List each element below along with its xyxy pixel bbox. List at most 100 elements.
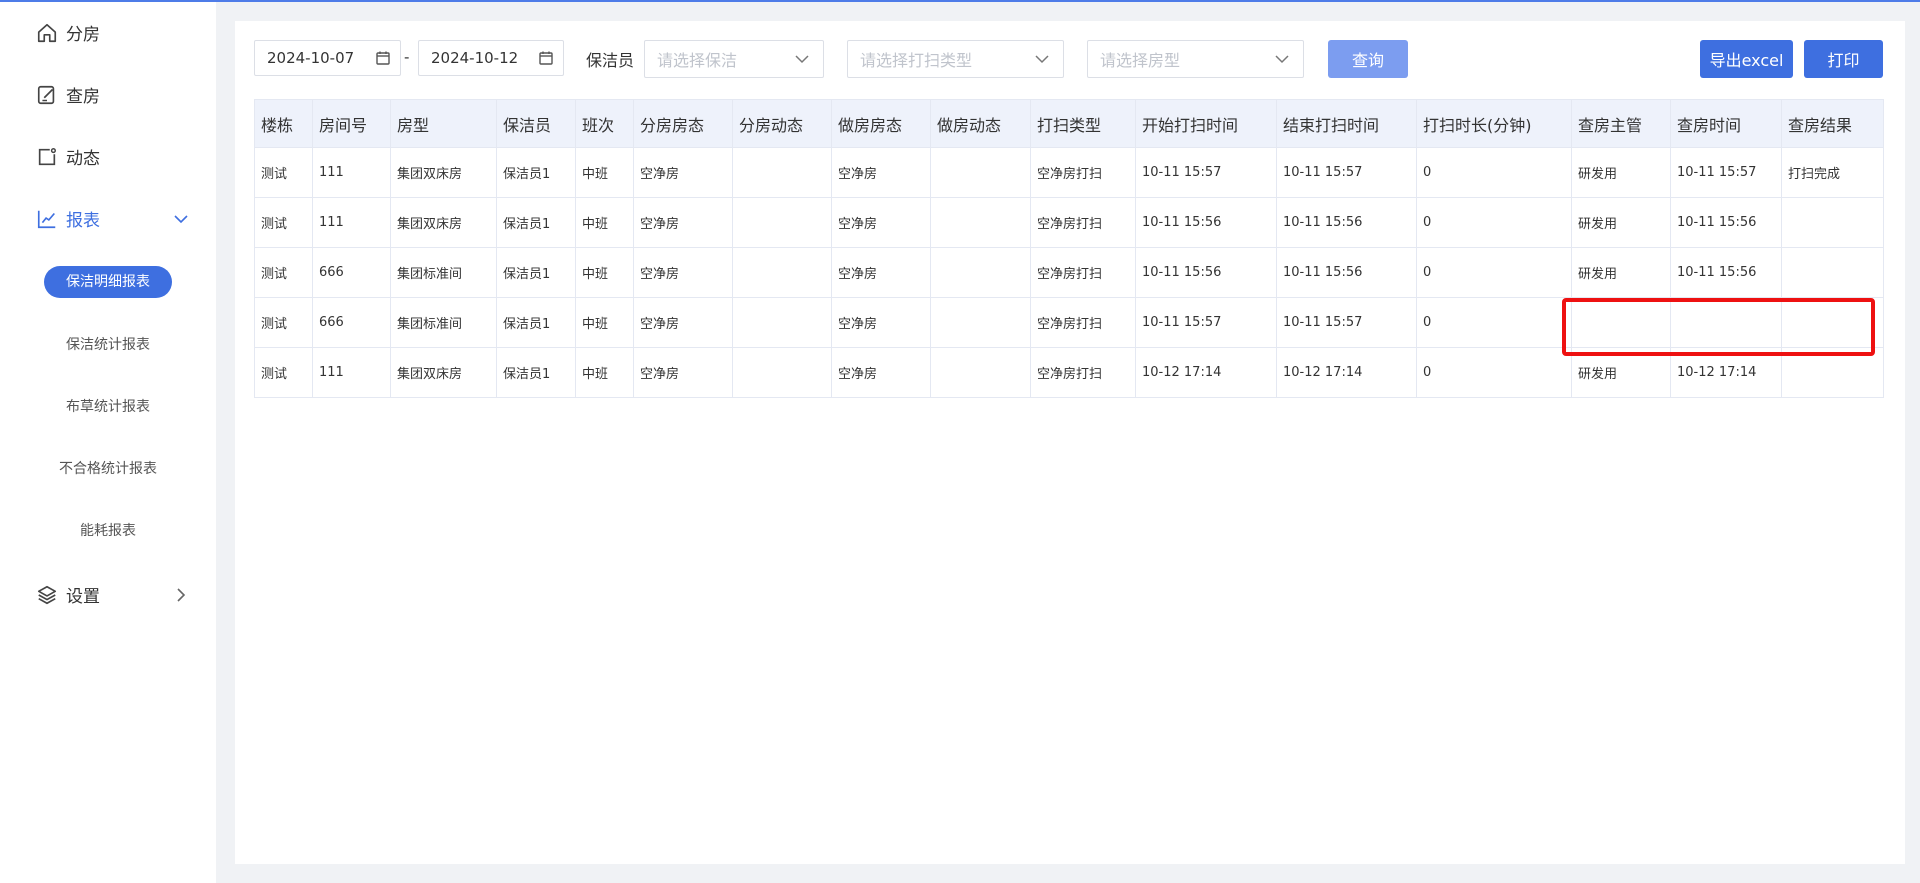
table-cell: 测试 [254,297,313,348]
sidebar-item-label: 动态 [66,148,100,169]
table-cell: 111 [312,347,391,398]
edit-icon [37,85,55,105]
table-cell: 研发用 [1571,347,1671,398]
table-cell: 空净房 [633,147,733,198]
chevron-right-icon [177,588,186,602]
table-cell [930,297,1031,348]
table-cell: 空净房 [831,347,931,398]
start-date-picker[interactable]: 2024-10-07 [254,40,401,76]
sidebar-item-check-rooms[interactable]: 查房 [0,74,216,114]
table-row[interactable]: 测试 111 集团双床房 保洁员1 中班 空净房 空净房 空净房打扫 10-11 15:56 10… [254,197,1884,248]
column-header: 分房动态 [732,99,832,148]
table-cell [1571,297,1671,348]
table-cell: 空净房 [633,247,733,298]
column-header: 楼栋 [254,99,313,148]
query-button[interactable]: 查询 [1328,40,1408,78]
sidebar-item-label: 报表 [66,210,100,231]
home-icon [37,23,57,43]
table-cell: 空净房 [831,297,931,348]
export-excel-button[interactable]: 导出excel [1700,40,1793,78]
column-header: 班次 [575,99,634,148]
calendar-icon [376,51,390,65]
table-cell: 空净房 [831,197,931,248]
table-cell [1781,297,1884,348]
sidebar-item-settings[interactable]: 设置 [0,574,216,614]
table-cell [930,197,1031,248]
table-cell [930,347,1031,398]
table-cell [1781,347,1884,398]
table-row[interactable]: 测试 666 集团标准间 保洁员1 中班 空净房 空净房 空净房打扫 10-11 15:56 10… [254,247,1884,298]
sidebar-item-label: 设置 [66,586,100,607]
sidebar-sub-cleaning-detail-report[interactable]: 保洁明细报表 [0,266,216,298]
column-header: 做房动态 [930,99,1031,148]
table-row[interactable]: 测试 111 集团双床房 保洁员1 中班 空净房 空净房 空净房打扫 10-12 17:14 10… [254,347,1884,398]
table-cell: 打扫完成 [1781,147,1884,198]
table-cell: 10-12 17:14 [1670,347,1782,398]
cleaning-detail-table: 楼栋 房间号 房型 保洁员 班次 分房房态 分房动态 做房房态 做房动态 打扫类型 开始打扫时间 结束… [254,99,1884,398]
table-cell: 集团标准间 [390,297,497,348]
column-header: 分房房态 [633,99,733,148]
table-cell [732,347,832,398]
table-cell: 0 [1416,147,1572,198]
table-cell: 666 [312,247,391,298]
table-cell: 保洁员1 [496,297,576,348]
cleaner-select-placeholder: 请选择保洁 [657,51,738,70]
table-cell: 集团标准间 [390,247,497,298]
table-cell: 10-12 17:14 [1135,347,1277,398]
table-cell [1781,197,1884,248]
print-button[interactable]: 打印 [1804,40,1883,78]
column-header: 结束打扫时间 [1276,99,1417,148]
sidebar-item-assign-rooms[interactable]: 分房 [0,12,216,52]
table-cell: 保洁员1 [496,197,576,248]
table-cell: 10-11 15:56 [1135,247,1277,298]
table-cell: 10-11 15:56 [1135,197,1277,248]
table-row[interactable]: 测试 111 集团双床房 保洁员1 中班 空净房 空净房 空净房打扫 10-11 15:57 10… [254,147,1884,198]
table-header-row: 楼栋 房间号 房型 保洁员 班次 分房房态 分房动态 做房房态 做房动态 打扫类型 开始打扫时间 结束… [254,99,1884,148]
sidebar-sub-unqualified-stats-report[interactable]: 不合格统计报表 [0,452,216,484]
table-cell: 10-12 17:14 [1276,347,1417,398]
table-cell [1781,247,1884,298]
table-cell: 10-11 15:56 [1276,247,1417,298]
table-cell: 集团双床房 [390,347,497,398]
table-cell: 111 [312,147,391,198]
table-cell: 10-11 15:56 [1276,197,1417,248]
chevron-down-icon [1275,55,1289,64]
table-cell: 10-11 15:57 [1135,297,1277,348]
table-cell: 10-11 15:56 [1670,247,1782,298]
cleaner-select[interactable]: 请选择保洁 [644,40,824,78]
column-header: 查房主管 [1571,99,1671,148]
column-header: 查房结果 [1781,99,1884,148]
table-cell: 空净房打扫 [1030,197,1136,248]
room-type-select[interactable]: 请选择房型 [1087,40,1304,78]
column-header: 保洁员 [496,99,576,148]
sidebar-sub-energy-report[interactable]: 能耗报表 [0,514,216,546]
table-body: 测试 111 集团双床房 保洁员1 中班 空净房 空净房 空净房打扫 10-11 15:57 10… [254,147,1884,398]
sidebar-item-activity[interactable]: 动态 [0,136,216,176]
sidebar-item-label: 分房 [66,24,100,45]
table-cell: 10-11 15:57 [1276,147,1417,198]
clean-type-select[interactable]: 请选择打扫类型 [847,40,1064,78]
table-cell [732,147,832,198]
end-date-picker[interactable]: 2024-10-12 [418,40,564,76]
table-cell: 空净房 [633,347,733,398]
chart-icon [37,210,56,229]
table-cell: 空净房打扫 [1030,147,1136,198]
start-date-value: 2024-10-07 [267,49,355,67]
table-cell [930,247,1031,298]
column-header: 打扫类型 [1030,99,1136,148]
table-cell [732,197,832,248]
table-cell: 测试 [254,247,313,298]
column-header: 开始打扫时间 [1135,99,1277,148]
chevron-down-icon [174,215,188,224]
table-cell: 111 [312,197,391,248]
table-row[interactable]: 测试 666 集团标准间 保洁员1 中班 空净房 空净房 空净房打扫 10-11 15:57 10… [254,297,1884,348]
sidebar-sub-cleaning-stats-report[interactable]: 保洁统计报表 [0,328,216,360]
sidebar-item-reports[interactable]: 报表 [0,198,216,238]
table-cell: 0 [1416,297,1572,348]
activity-icon [38,148,56,166]
chevron-down-icon [795,55,809,64]
table-cell: 中班 [575,347,634,398]
table-cell: 测试 [254,347,313,398]
sidebar-sub-linen-stats-report[interactable]: 布草统计报表 [0,390,216,422]
column-header: 房型 [390,99,497,148]
